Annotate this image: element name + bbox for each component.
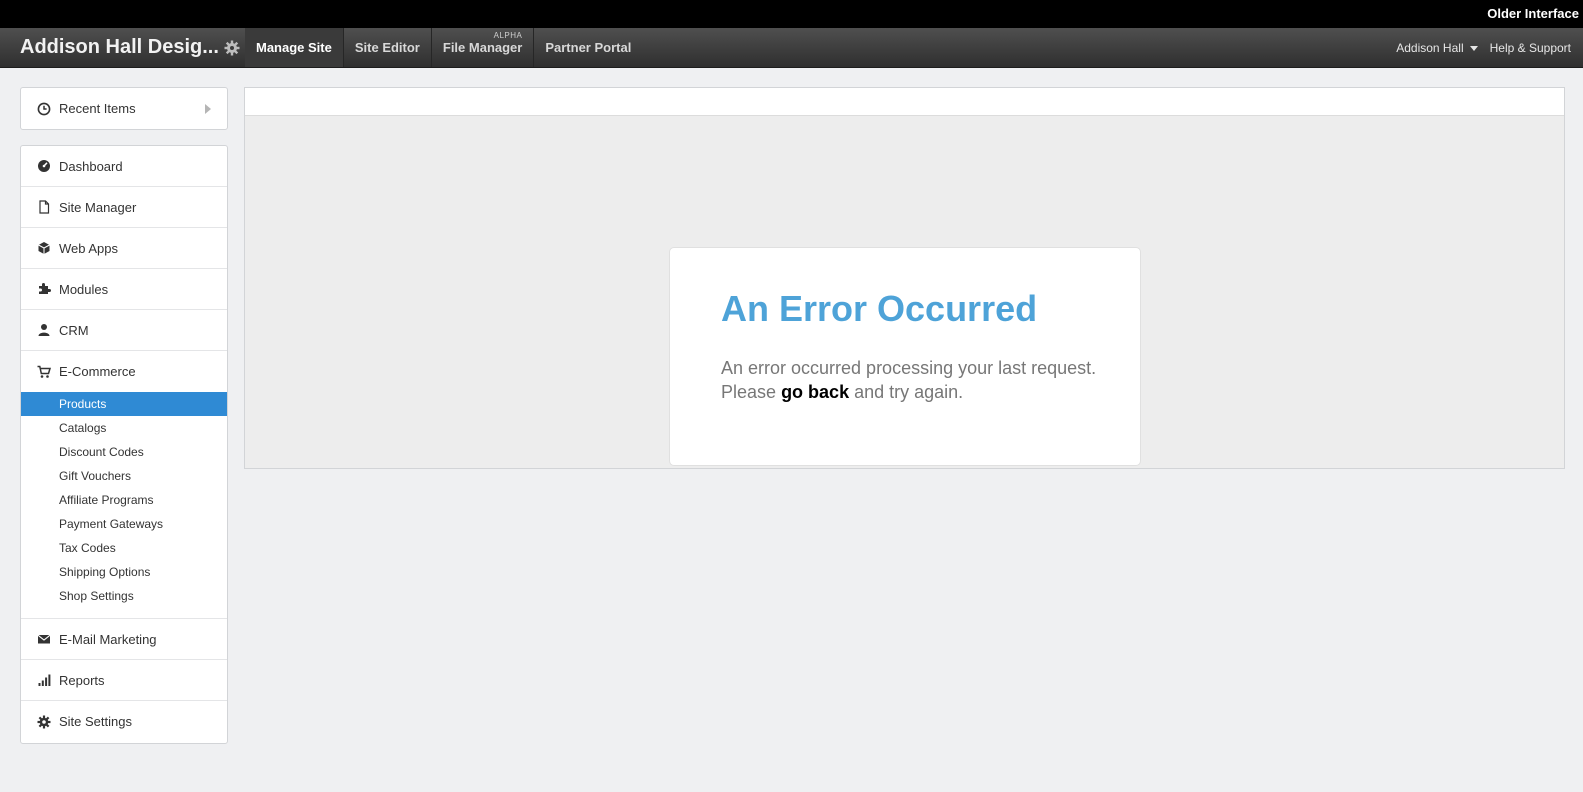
- caret-down-icon: [1469, 46, 1478, 51]
- submenu-item-gift-vouchers[interactable]: Gift Vouchers: [21, 464, 227, 488]
- error-title: An Error Occurred: [721, 288, 1038, 329]
- submenu-item-discount-codes[interactable]: Discount Codes: [21, 440, 227, 464]
- tab-partner-portal[interactable]: Partner Portal: [534, 28, 642, 67]
- recent-items-button[interactable]: Recent Items: [21, 88, 227, 129]
- sidebar-item-reports[interactable]: Reports: [21, 660, 227, 701]
- envelope-icon: [37, 634, 51, 644]
- site-name[interactable]: Addison Hall Desig...: [20, 36, 219, 59]
- sidebar-item-label: E-Commerce: [59, 364, 136, 379]
- go-back-link[interactable]: go back: [781, 382, 849, 402]
- alpha-badge: ALPHA: [493, 31, 523, 40]
- sidebar-item-label: Modules: [59, 281, 109, 297]
- sidebar-item-label: Site Manager: [59, 199, 137, 215]
- page-icon: [39, 200, 50, 214]
- clock-icon: [37, 102, 51, 115]
- tab-manage-site[interactable]: Manage Site: [245, 28, 344, 67]
- cube-icon: [38, 242, 50, 254]
- sidebar-item-modules[interactable]: Modules: [21, 269, 227, 310]
- content-header: [245, 88, 1564, 116]
- recent-items-label: Recent Items: [59, 101, 136, 116]
- user-menu[interactable]: Addison Hall: [1396, 40, 1478, 55]
- sidebar-item-label: Web Apps: [59, 240, 119, 256]
- puzzle-icon: [39, 283, 51, 294]
- tab-file-manager-label: File Manager: [442, 40, 523, 55]
- top-bar: Older Interface: [0, 0, 1583, 28]
- help-support-link[interactable]: Help & Support: [1490, 41, 1571, 55]
- gear-icon: [37, 715, 51, 728]
- error-line-1: An error occurred processing your last r…: [721, 358, 1097, 378]
- sidebar-item-e-commerce[interactable]: E-Commerce: [21, 351, 227, 392]
- user-icon: [38, 324, 50, 336]
- sidebar-item-label: Dashboard: [59, 158, 123, 174]
- error-tail: and try again.: [854, 382, 964, 402]
- e-commerce-submenu: Products Catalogs Discount Codes Gift Vo…: [21, 392, 227, 619]
- sidebar-item-site-manager[interactable]: Site Manager: [21, 187, 227, 228]
- error-message: An error occurred processing your last r…: [721, 356, 1121, 404]
- main-navbar: Addison Hall Desig... Manage Site Site E…: [0, 28, 1583, 68]
- content-area: An Error Occurred An error occurred proc…: [244, 87, 1565, 469]
- error-please: Please: [721, 382, 777, 402]
- sidebar-item-site-settings[interactable]: Site Settings: [21, 701, 227, 742]
- dashboard-icon: [38, 160, 50, 172]
- nav-tabs: Manage Site Site Editor File Manager ALP…: [245, 28, 642, 67]
- cart-icon: [37, 365, 51, 378]
- submenu-item-tax-codes[interactable]: Tax Codes: [21, 536, 227, 560]
- tab-file-manager[interactable]: File Manager ALPHA: [432, 28, 535, 67]
- submenu-item-shipping-options[interactable]: Shipping Options: [21, 560, 227, 584]
- error-card: An Error Occurred An error occurred proc…: [669, 247, 1141, 466]
- sidebar-item-label: Reports: [59, 672, 105, 688]
- older-interface-link[interactable]: Older Interface: [1487, 6, 1579, 21]
- recent-items-panel: Recent Items: [20, 87, 228, 130]
- bar-chart-icon: [38, 674, 51, 686]
- site-gear-icon[interactable]: [224, 40, 240, 56]
- sidebar-item-label: Site Settings: [59, 714, 132, 729]
- sidebar-item-e-mail-marketing[interactable]: E-Mail Marketing: [21, 619, 227, 660]
- sidebar-item-label: CRM: [59, 322, 89, 338]
- tab-site-editor[interactable]: Site Editor: [344, 28, 432, 67]
- sidebar-item-web-apps[interactable]: Web Apps: [21, 228, 227, 269]
- submenu-item-shop-settings[interactable]: Shop Settings: [21, 584, 227, 608]
- submenu-item-products[interactable]: Products: [21, 392, 227, 416]
- user-name: Addison Hall: [1396, 40, 1464, 55]
- sidebar-item-dashboard[interactable]: Dashboard: [21, 146, 227, 187]
- submenu-item-catalogs[interactable]: Catalogs: [21, 416, 227, 440]
- submenu-item-payment-gateways[interactable]: Payment Gateways: [21, 512, 227, 536]
- sidebar-item-label: E-Mail Marketing: [59, 631, 157, 647]
- sidebar-menu: Dashboard Site Manager Web Apps Modules …: [20, 145, 228, 744]
- submenu-item-affiliate-programs[interactable]: Affiliate Programs: [21, 488, 227, 512]
- chevron-right-icon: [205, 104, 211, 114]
- sidebar-item-crm[interactable]: CRM: [21, 310, 227, 351]
- nav-right: Addison Hall Help & Support: [1396, 28, 1571, 67]
